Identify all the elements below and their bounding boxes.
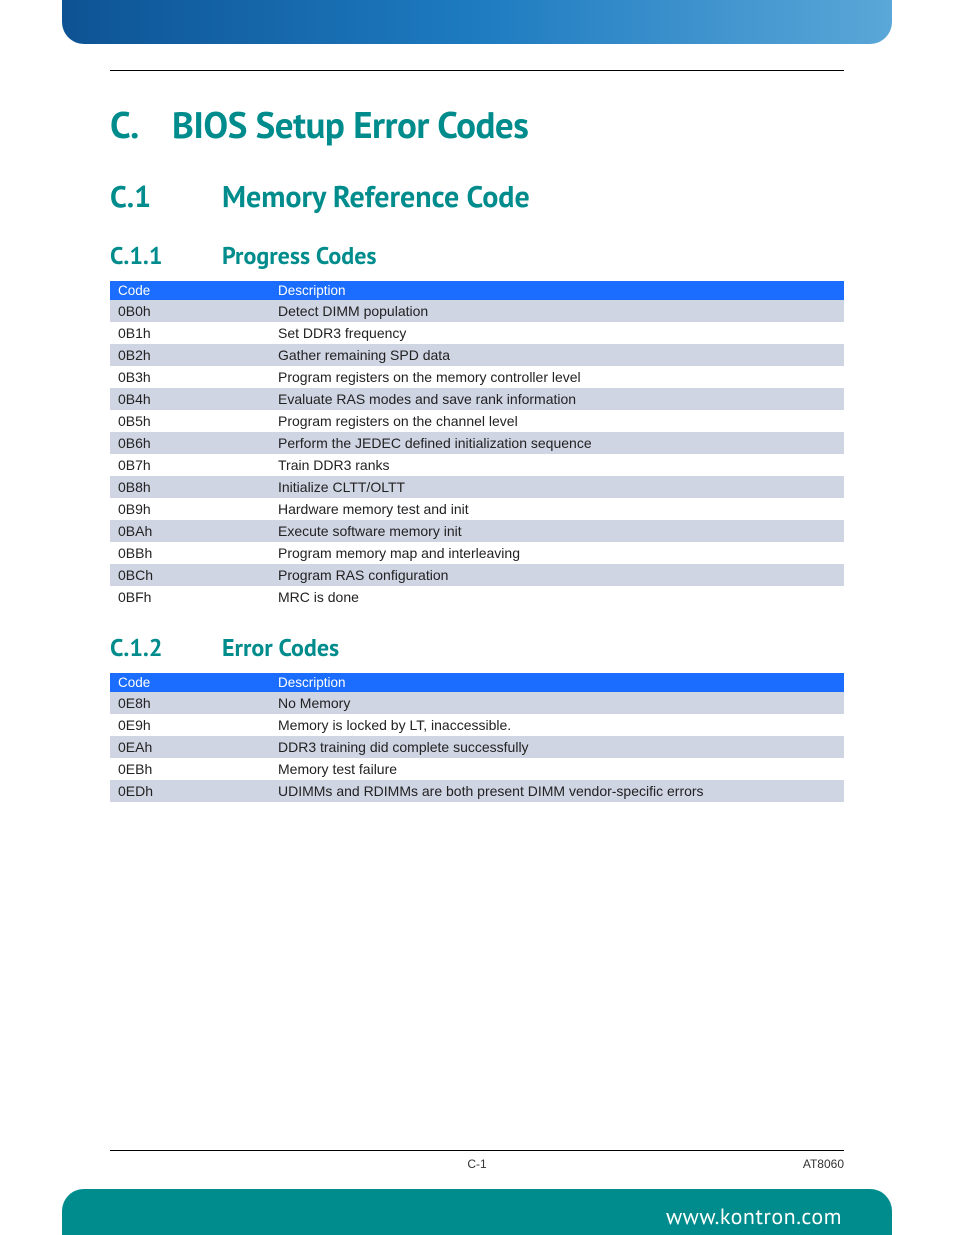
cell-description: Initialize CLTT/OLTT <box>270 476 844 498</box>
footer-doc-id: AT8060 <box>803 1157 844 1171</box>
bottom-brand-bar: www.kontron.com <box>62 1189 892 1235</box>
cell-description: Memory is locked by LT, inaccessible. <box>270 714 844 736</box>
table-row: 0EBhMemory test failure <box>110 758 844 780</box>
heading-subsection-progress: C.1.1Progress Codes <box>110 240 844 271</box>
cell-description: Program registers on the memory controll… <box>270 366 844 388</box>
table-row: 0B6hPerform the JEDEC defined initializa… <box>110 432 844 454</box>
cell-code: 0BCh <box>110 564 270 586</box>
top-rule <box>110 70 844 71</box>
cell-description: Gather remaining SPD data <box>270 344 844 366</box>
table-header-row: Code Description <box>110 673 844 692</box>
cell-description: Program RAS configuration <box>270 564 844 586</box>
progress-codes-table: Code Description 0B0hDetect DIMM populat… <box>110 281 844 608</box>
cell-code: 0B4h <box>110 388 270 410</box>
cell-description: MRC is done <box>270 586 844 608</box>
cell-code: 0B7h <box>110 454 270 476</box>
table-row: 0B8hInitialize CLTT/OLTT <box>110 476 844 498</box>
cell-description: No Memory <box>270 692 844 714</box>
cell-description: Set DDR3 frequency <box>270 322 844 344</box>
heading-appendix-title: BIOS Setup Error Codes <box>172 101 528 149</box>
heading-appendix: C.BIOS Setup Error Codes <box>110 101 844 149</box>
cell-code: 0BAh <box>110 520 270 542</box>
table-row: 0BChProgram RAS configuration <box>110 564 844 586</box>
cell-code: 0B1h <box>110 322 270 344</box>
table-row: 0B7hTrain DDR3 ranks <box>110 454 844 476</box>
page-content: C.BIOS Setup Error Codes C.1Memory Refer… <box>0 70 954 802</box>
cell-code: 0E9h <box>110 714 270 736</box>
table-row: 0BFhMRC is done <box>110 586 844 608</box>
cell-code: 0E8h <box>110 692 270 714</box>
table-row: 0B9hHardware memory test and init <box>110 498 844 520</box>
cell-code: 0B0h <box>110 300 270 322</box>
header-code: Code <box>110 673 270 692</box>
table-row: 0B3hProgram registers on the memory cont… <box>110 366 844 388</box>
cell-description: UDIMMs and RDIMMs are both present DIMM … <box>270 780 844 802</box>
cell-description: Execute software memory init <box>270 520 844 542</box>
cell-description: Memory test failure <box>270 758 844 780</box>
cell-description: Detect DIMM population <box>270 300 844 322</box>
table-row: 0B4hEvaluate RAS modes and save rank inf… <box>110 388 844 410</box>
cell-description: Program memory map and interleaving <box>270 542 844 564</box>
header-description: Description <box>270 673 844 692</box>
cell-description: Train DDR3 ranks <box>270 454 844 476</box>
cell-code: 0EBh <box>110 758 270 780</box>
cell-description: Program registers on the channel level <box>270 410 844 432</box>
cell-description: DDR3 training did complete successfully <box>270 736 844 758</box>
cell-code: 0B3h <box>110 366 270 388</box>
table-row: 0E9hMemory is locked by LT, inaccessible… <box>110 714 844 736</box>
heading-subsection-error: C.1.2Error Codes <box>110 632 844 663</box>
table-row: 0B0hDetect DIMM population <box>110 300 844 322</box>
cell-code: 0BFh <box>110 586 270 608</box>
cell-description: Evaluate RAS modes and save rank informa… <box>270 388 844 410</box>
heading-subsection-progress-num: C.1.1 <box>110 240 222 271</box>
table-row: 0BBhProgram memory map and interleaving <box>110 542 844 564</box>
cell-code: 0B8h <box>110 476 270 498</box>
heading-section-num: C.1 <box>110 177 222 216</box>
footer-url: www.kontron.com <box>666 1203 842 1231</box>
table-row: 0EAhDDR3 training did complete successfu… <box>110 736 844 758</box>
heading-subsection-progress-title: Progress Codes <box>222 240 377 271</box>
table-row: 0B1hSet DDR3 frequency <box>110 322 844 344</box>
cell-code: 0EDh <box>110 780 270 802</box>
table-row: 0B5hProgram registers on the channel lev… <box>110 410 844 432</box>
cell-code: 0B5h <box>110 410 270 432</box>
header-code: Code <box>110 281 270 300</box>
heading-subsection-error-title: Error Codes <box>222 632 339 663</box>
footer: C-1 AT8060 www.kontron.com <box>0 1150 954 1235</box>
table-row: 0BAhExecute software memory init <box>110 520 844 542</box>
cell-code: 0B9h <box>110 498 270 520</box>
cell-code: 0B6h <box>110 432 270 454</box>
heading-appendix-num: C. <box>110 101 172 149</box>
heading-section-title: Memory Reference Code <box>222 177 530 216</box>
header-description: Description <box>270 281 844 300</box>
cell-code: 0BBh <box>110 542 270 564</box>
table-row: 0EDhUDIMMs and RDIMMs are both present D… <box>110 780 844 802</box>
top-gradient-bar <box>62 0 892 44</box>
footer-page-number: C-1 <box>467 1157 486 1171</box>
error-codes-table: Code Description 0E8hNo Memory0E9hMemory… <box>110 673 844 802</box>
heading-section: C.1Memory Reference Code <box>110 177 844 216</box>
cell-code: 0EAh <box>110 736 270 758</box>
footer-line: C-1 AT8060 <box>110 1150 844 1189</box>
table-row: 0E8hNo Memory <box>110 692 844 714</box>
heading-subsection-error-num: C.1.2 <box>110 632 222 663</box>
table-row: 0B2hGather remaining SPD data <box>110 344 844 366</box>
cell-code: 0B2h <box>110 344 270 366</box>
cell-description: Perform the JEDEC defined initialization… <box>270 432 844 454</box>
cell-description: Hardware memory test and init <box>270 498 844 520</box>
table-header-row: Code Description <box>110 281 844 300</box>
